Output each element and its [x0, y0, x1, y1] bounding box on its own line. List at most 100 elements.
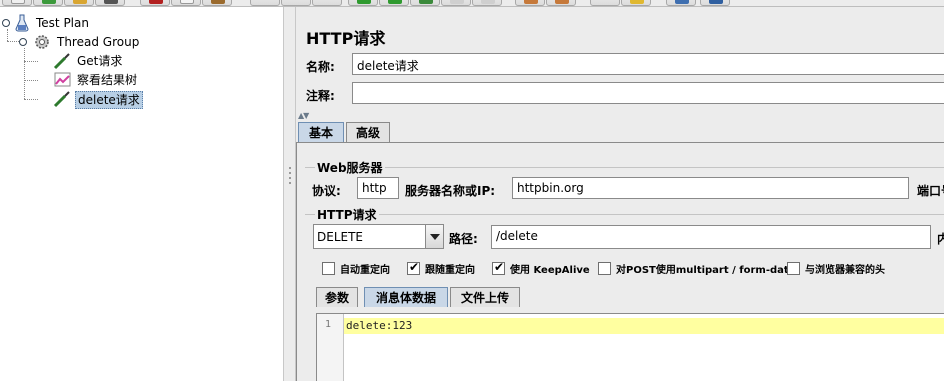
toggle-button[interactable]: [312, 0, 342, 6]
protocol-label: 协议:: [312, 184, 341, 198]
function-helper-button[interactable]: [666, 0, 696, 6]
tree-item-label: delete请求: [75, 91, 143, 109]
method-select[interactable]: DELETE: [313, 224, 444, 249]
group-border: [305, 214, 944, 215]
templates-icon: [42, 0, 56, 4]
checkbox-keepalive[interactable]: ✔ 使用 KeepAlive: [492, 260, 590, 276]
shutdown-icon: [481, 0, 495, 4]
graph-icon: [54, 72, 71, 87]
path-field[interactable]: /delete: [491, 225, 931, 249]
tree-connector: [24, 61, 38, 62]
collapse-arrows-icon[interactable]: ▲▼: [298, 111, 309, 120]
save-icon: [104, 0, 118, 4]
paste-icon: [211, 0, 225, 4]
comment-field[interactable]: [352, 82, 944, 104]
current-line-highlight: [344, 318, 944, 334]
tab-basic[interactable]: 基本: [298, 122, 344, 142]
start-no-pause-button[interactable]: [379, 0, 409, 6]
path-label: 路径:: [449, 232, 478, 246]
method-dropdown-button[interactable]: [425, 225, 443, 248]
tree-connector: [7, 41, 19, 42]
body-data-text[interactable]: delete:123: [346, 319, 412, 332]
function-helper-icon: [675, 0, 689, 4]
paste-button[interactable]: [202, 0, 232, 6]
host-label: 服务器名称或IP:: [405, 184, 496, 198]
grip-dot: [289, 172, 291, 174]
name-field[interactable]: delete请求: [352, 53, 944, 75]
checkbox-label: 自动重定向: [340, 265, 390, 276]
tree-item-label: Thread Group: [57, 35, 140, 49]
tab-advanced[interactable]: 高级: [346, 122, 390, 142]
body-data-editor[interactable]: 1 delete:123: [316, 313, 944, 381]
play-icon: [357, 0, 371, 4]
checkbox-label: 与浏览器兼容的头: [805, 265, 885, 276]
new-button[interactable]: [2, 0, 32, 6]
subtab-parameters[interactable]: 参数: [316, 287, 358, 307]
templates-button[interactable]: [33, 0, 63, 6]
tree-item-label: Test Plan: [36, 16, 89, 30]
host-field[interactable]: httpbin.org: [512, 177, 909, 199]
shutdown-button[interactable]: [472, 0, 502, 6]
broom-icon: [524, 0, 538, 4]
checkbox-follow-redirect[interactable]: ✔ 跟随重定向: [407, 260, 475, 276]
checkbox-auto-redirect[interactable]: 自动重定向: [322, 261, 390, 276]
stop-icon: [450, 0, 464, 4]
start-button[interactable]: [348, 0, 378, 6]
copy-button[interactable]: [171, 0, 201, 6]
port-label: 端口号:: [917, 184, 944, 198]
play-fast-icon: [388, 0, 402, 4]
tree-connector: [7, 29, 8, 41]
reset-search-button[interactable]: [621, 0, 651, 6]
panel-splitter[interactable]: [283, 7, 296, 381]
protocol-field[interactable]: http: [357, 177, 399, 199]
checkbox-box[interactable]: [598, 262, 611, 275]
tree-connector: [24, 80, 38, 81]
pipette-icon: [53, 91, 70, 108]
cut-icon: [149, 0, 163, 4]
group-title-http-request: HTTP请求: [315, 206, 379, 223]
help-button[interactable]: [700, 0, 730, 6]
tree-item-label: 察看结果树: [77, 73, 138, 87]
folder-icon: [73, 0, 87, 4]
checkbox-box[interactable]: ✔: [492, 260, 505, 275]
copy-icon: [180, 0, 194, 4]
clear-button[interactable]: [515, 0, 545, 6]
subtab-body-data[interactable]: 消息体数据: [364, 287, 448, 307]
toolbar: [0, 0, 944, 7]
line-number: 1: [324, 319, 331, 330]
cut-button[interactable]: [140, 0, 170, 6]
collapse-button[interactable]: [281, 0, 311, 6]
clear-all-button[interactable]: [546, 0, 576, 6]
expand-handle-icon[interactable]: [19, 38, 27, 46]
expand-handle-icon[interactable]: [2, 19, 10, 27]
search-button[interactable]: [590, 0, 620, 6]
group-title-web-server: Web服务器: [315, 159, 385, 176]
grip-dot: [289, 167, 291, 169]
validate-button[interactable]: [410, 0, 440, 6]
encoding-label: 内: [937, 232, 944, 246]
panel-title: HTTP请求: [306, 29, 386, 48]
check-mark-icon: ✔: [494, 260, 505, 274]
subtab-file-upload[interactable]: 文件上传: [450, 287, 520, 307]
test-plan-tree: Test Plan Thread Group Get请求 察看结果树 delet…: [0, 7, 283, 381]
stop-button[interactable]: [441, 0, 471, 6]
open-button[interactable]: [64, 0, 94, 6]
tree-connector: [24, 99, 38, 100]
gear-icon: [35, 35, 49, 49]
checkbox-box[interactable]: [787, 262, 800, 275]
checkbox-browser-headers[interactable]: 与浏览器兼容的头: [787, 261, 885, 276]
expand-button[interactable]: [250, 0, 280, 6]
checkbox-multipart[interactable]: 对POST使用multipart / form-data: [598, 261, 795, 276]
save-button[interactable]: [95, 0, 125, 6]
checkbox-label: 跟随重定向: [425, 265, 475, 276]
checkbox-box[interactable]: ✔: [407, 260, 420, 275]
checkbox-label: 对POST使用multipart / form-data: [616, 265, 796, 276]
checkbox-label: 使用 KeepAlive: [510, 265, 590, 276]
method-select-value: DELETE: [317, 230, 364, 244]
checkbox-box[interactable]: [322, 262, 335, 275]
validate-icon: [419, 0, 433, 4]
broom-all-icon: [555, 0, 569, 4]
new-icon: [11, 0, 25, 4]
reset-search-icon: [630, 0, 644, 4]
http-request-panel: HTTP请求 名称: delete请求 注释: ▲▼ 基本 高级 Web服务器 …: [296, 7, 944, 381]
